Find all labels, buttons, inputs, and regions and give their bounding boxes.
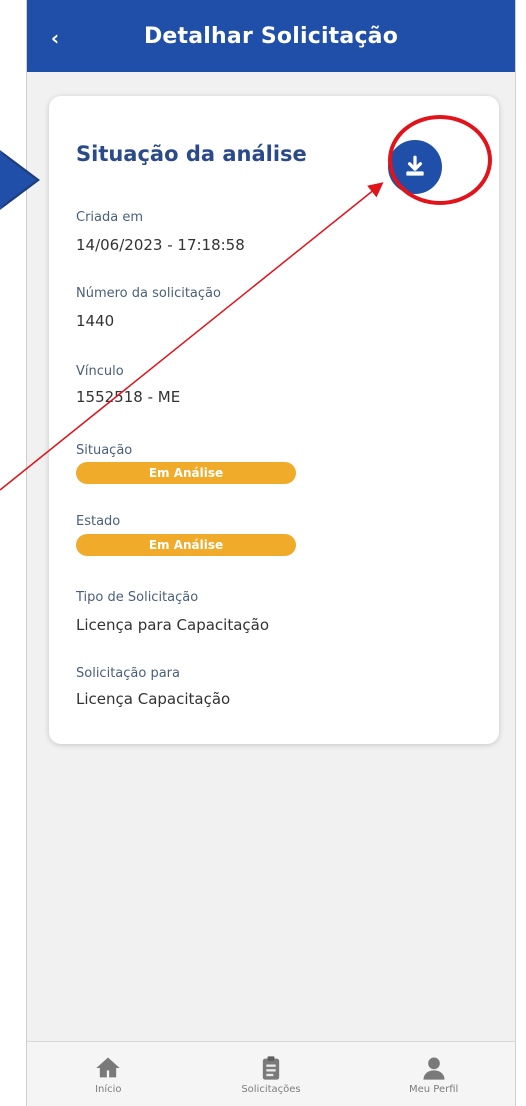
annotation-arrow bbox=[0, 182, 384, 491]
